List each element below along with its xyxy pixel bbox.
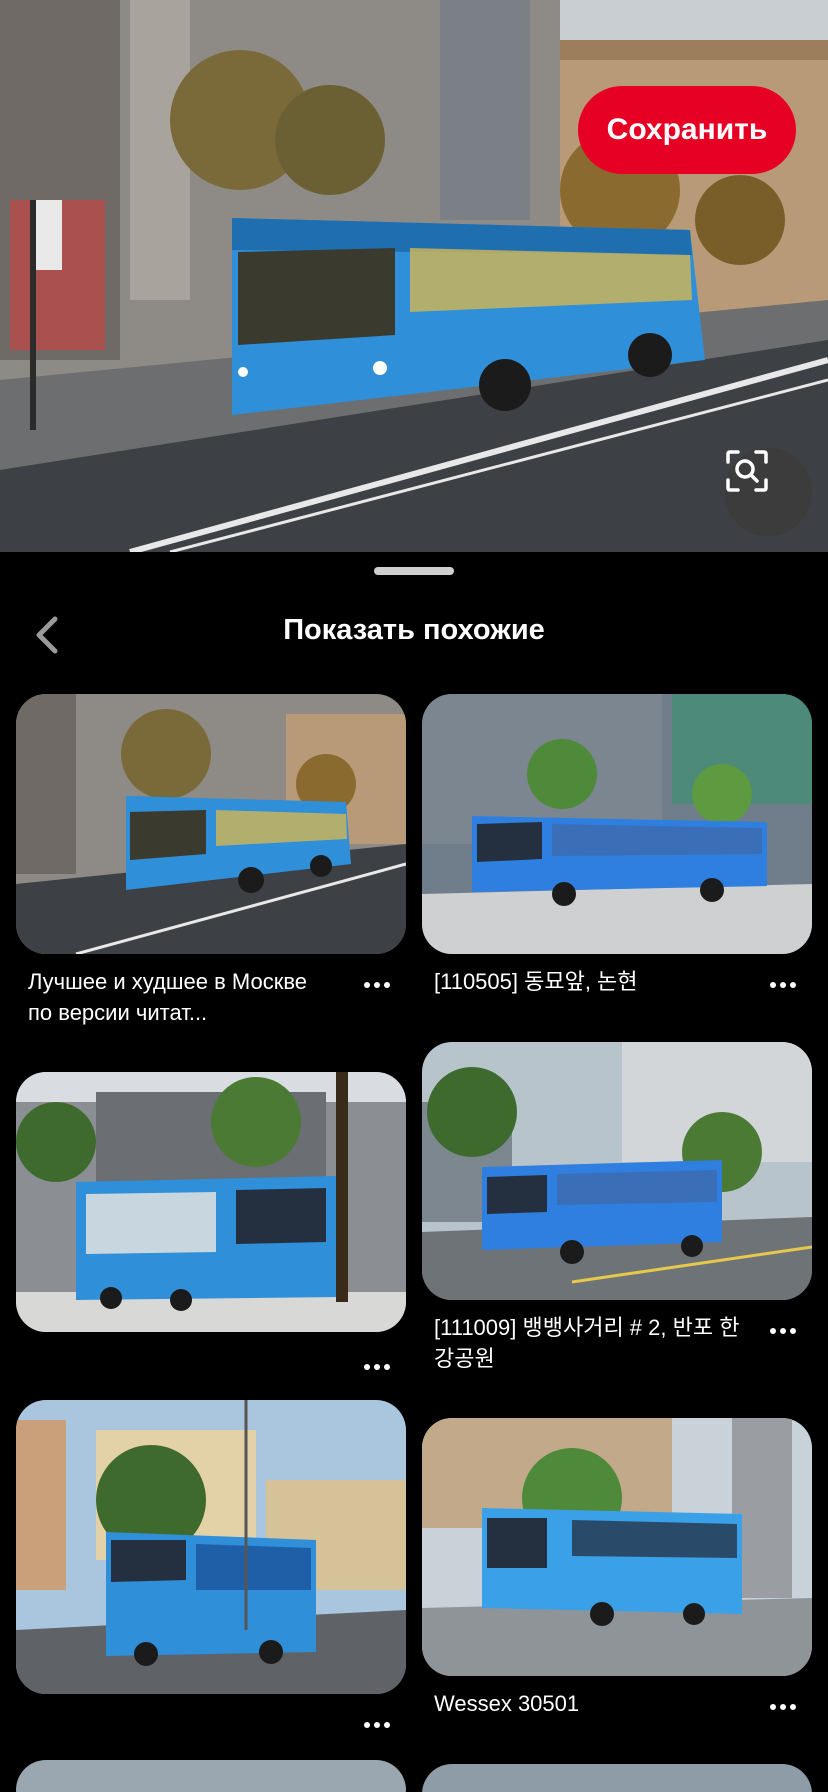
more-button[interactable] xyxy=(764,1696,802,1718)
visual-search-button[interactable] xyxy=(724,448,812,536)
more-button[interactable] xyxy=(358,1356,396,1378)
more-button[interactable] xyxy=(358,974,396,996)
more-button[interactable] xyxy=(764,1320,802,1342)
pin-card[interactable] xyxy=(16,1072,406,1370)
pin-image[interactable] xyxy=(422,1764,812,1792)
hero-image[interactable]: Сохранить xyxy=(0,0,828,552)
pin-card[interactable] xyxy=(16,1400,406,1728)
more-dots-icon xyxy=(364,1364,390,1370)
pin-image[interactable] xyxy=(422,694,812,954)
more-dots-icon xyxy=(770,1704,796,1710)
sheet-title: Показать похожие xyxy=(283,614,545,646)
pin-image[interactable] xyxy=(422,1042,812,1300)
pin-photo xyxy=(16,1072,406,1332)
pin-card[interactable]: [111009] 뱅뱅사거리 # 2, 반포 한강공원 xyxy=(422,1042,812,1374)
pin-image[interactable] xyxy=(16,1072,406,1332)
pin-card[interactable] xyxy=(422,1764,812,1792)
pin-photo xyxy=(16,694,406,954)
pin-photo xyxy=(422,1042,812,1300)
more-dots-icon xyxy=(364,982,390,988)
pin-title[interactable]: [110505] 동묘앞, 논현 xyxy=(422,954,812,997)
pin-photo xyxy=(422,1418,812,1676)
pin-title[interactable]: [111009] 뱅뱅사거리 # 2, 반포 한강공원 xyxy=(422,1300,812,1374)
pin-photo xyxy=(16,1400,406,1694)
pin-image[interactable] xyxy=(16,694,406,954)
pin-card[interactable] xyxy=(16,1760,406,1792)
pin-title[interactable]: Wessex 30501 xyxy=(422,1676,812,1719)
pin-title[interactable]: Лучшее и худшее в Москве по версии читат… xyxy=(16,954,406,1028)
save-button[interactable]: Сохранить xyxy=(578,86,796,174)
more-dots-icon xyxy=(770,1328,796,1334)
hero-bus-photo xyxy=(0,0,828,552)
pin-image[interactable] xyxy=(16,1760,406,1792)
more-dots-icon xyxy=(364,1722,390,1728)
pin-image[interactable] xyxy=(16,1400,406,1694)
more-button[interactable] xyxy=(358,1714,396,1736)
pin-photo xyxy=(422,694,812,954)
pin-image[interactable] xyxy=(422,1418,812,1676)
pin-card[interactable]: Лучшее и худшее в Москве по версии читат… xyxy=(16,694,406,1028)
pin-card[interactable]: [110505] 동묘앞, 논현 xyxy=(422,694,812,997)
pin-card[interactable]: Wessex 30501 xyxy=(422,1418,812,1719)
visual-search-icon xyxy=(726,450,768,492)
more-button[interactable] xyxy=(764,974,802,996)
sheet-grabber[interactable] xyxy=(374,567,454,575)
more-dots-icon xyxy=(770,982,796,988)
